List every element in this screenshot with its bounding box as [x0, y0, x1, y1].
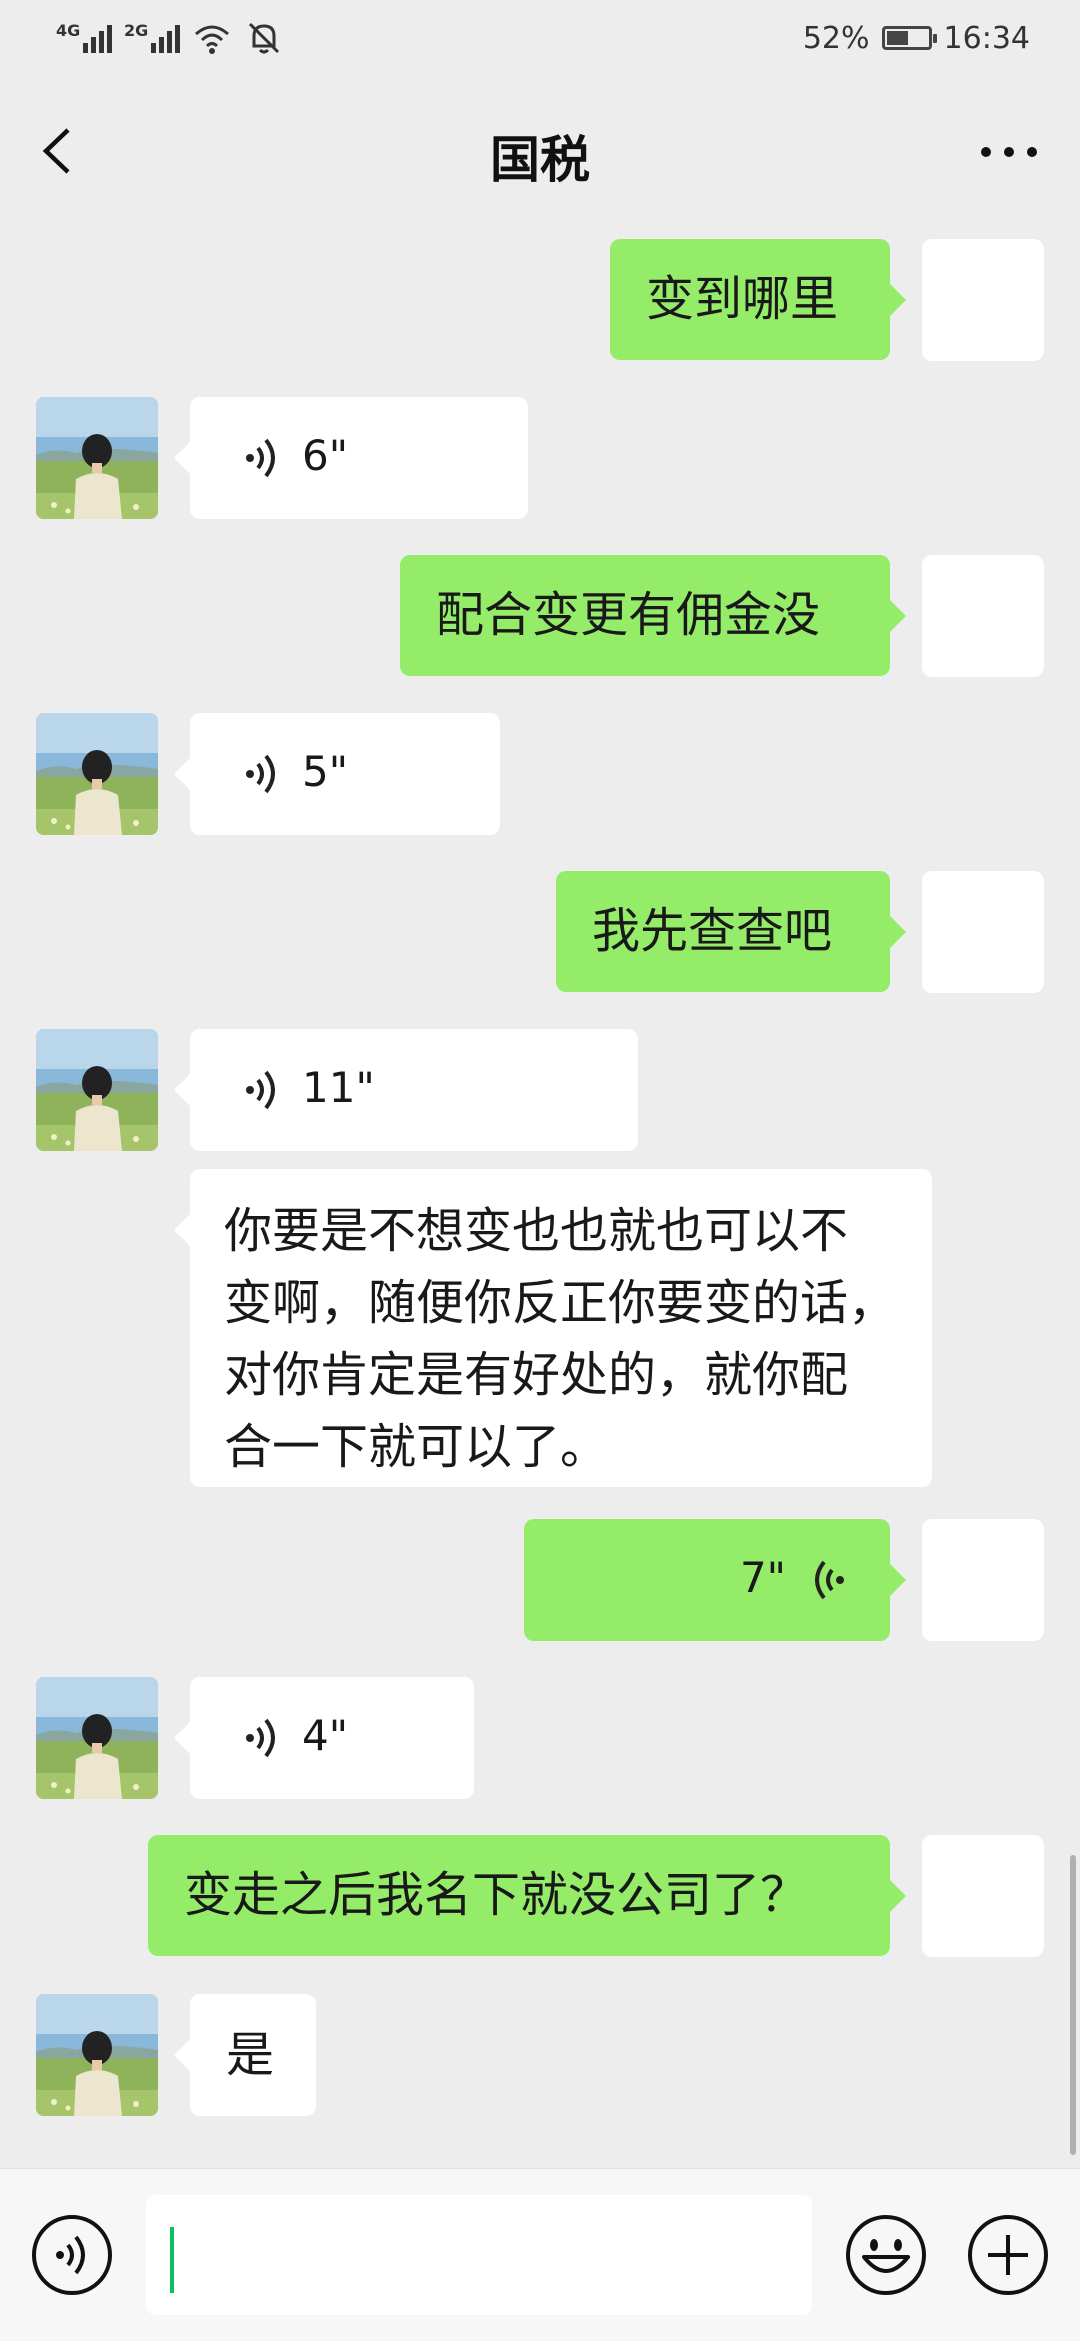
bell-off-icon — [248, 22, 280, 54]
my-avatar[interactable] — [922, 1835, 1044, 1957]
outgoing-text-message[interactable]: 变走之后我名下就没公司了？ — [148, 1835, 906, 1956]
voice-duration: 11" — [302, 1063, 375, 1112]
message-text: 我先查查吧 — [592, 903, 833, 959]
net-type-label: 4G — [56, 21, 81, 40]
scrollbar[interactable] — [1070, 1855, 1076, 2155]
my-avatar[interactable] — [922, 1519, 1044, 1641]
my-avatar[interactable] — [922, 871, 1044, 993]
incoming-voice-message[interactable]: 11" — [174, 1029, 638, 1151]
message-text: 是 — [226, 2027, 275, 2083]
input-bar — [0, 2168, 1080, 2341]
incoming-text-message[interactable]: 你要是不想变也也就也可以不 变啊，随便你反正你要变的话， 对你肯定是有好处的，就… — [174, 1169, 932, 1487]
signal-4g-icon: 4G — [56, 21, 112, 55]
plus-icon[interactable] — [966, 2213, 1050, 2297]
chat-header: 国税 — [0, 76, 1080, 222]
clock: 16:34 — [943, 20, 1030, 56]
message-list[interactable]: 变到哪里 6" 配合变更有佣金没 5" 我先查查吧 11" 你要是不想变也也就也… — [0, 222, 1080, 2172]
my-avatar[interactable] — [922, 239, 1044, 361]
voice-wave-icon — [246, 754, 275, 794]
contact-avatar[interactable] — [36, 1029, 158, 1151]
voice-wave-icon — [246, 1718, 275, 1758]
incoming-text-message[interactable]: 是 — [174, 1994, 316, 2116]
voice-duration: 4" — [302, 1711, 349, 1760]
message-text: 配合变更有佣金没 — [436, 587, 821, 643]
wifi-icon — [195, 25, 229, 54]
status-bar: 4G 2G 52% 16:34 — [0, 0, 1080, 76]
outgoing-text-message[interactable]: 我先查查吧 — [556, 871, 906, 992]
voice-input-toggle-icon[interactable] — [30, 2213, 114, 2297]
contact-avatar[interactable] — [36, 713, 158, 835]
voice-wave-icon — [246, 1070, 275, 1110]
outgoing-text-message[interactable]: 变到哪里 — [610, 239, 906, 360]
battery-icon — [881, 26, 937, 50]
outgoing-text-message[interactable]: 配合变更有佣金没 — [400, 555, 906, 676]
emoji-icon[interactable] — [844, 2213, 928, 2297]
incoming-voice-message[interactable]: 4" — [174, 1677, 474, 1799]
voice-duration: 5" — [302, 747, 349, 796]
signal-2g-icon: 2G — [124, 21, 180, 55]
text-cursor — [170, 2227, 174, 2293]
contact-avatar[interactable] — [36, 1677, 158, 1799]
outgoing-voice-message[interactable]: 7" — [524, 1519, 906, 1641]
chat-title: 国税 — [490, 131, 590, 189]
incoming-voice-message[interactable]: 5" — [174, 713, 500, 835]
more-dots-icon[interactable] — [974, 122, 1044, 182]
voice-duration: 7" — [739, 1553, 786, 1602]
message-text: 变到哪里 — [646, 271, 839, 327]
message-text: 变走之后我名下就没公司了？ — [184, 1867, 809, 1923]
net-type-label: 2G — [124, 21, 149, 40]
battery-percent: 52% — [802, 20, 870, 56]
voice-duration: 6" — [302, 431, 349, 480]
voice-wave-icon — [815, 1560, 844, 1600]
contact-avatar[interactable] — [36, 1994, 158, 2116]
voice-wave-icon — [246, 438, 275, 478]
my-avatar[interactable] — [922, 555, 1044, 677]
message-input[interactable] — [146, 2195, 812, 2315]
contact-avatar[interactable] — [36, 397, 158, 519]
incoming-voice-message[interactable]: 6" — [174, 397, 528, 519]
message-text: 你要是不想变也也就也可以不 变啊，随便你反正你要变的话， 对你肯定是有好处的，就… — [224, 1203, 897, 1475]
